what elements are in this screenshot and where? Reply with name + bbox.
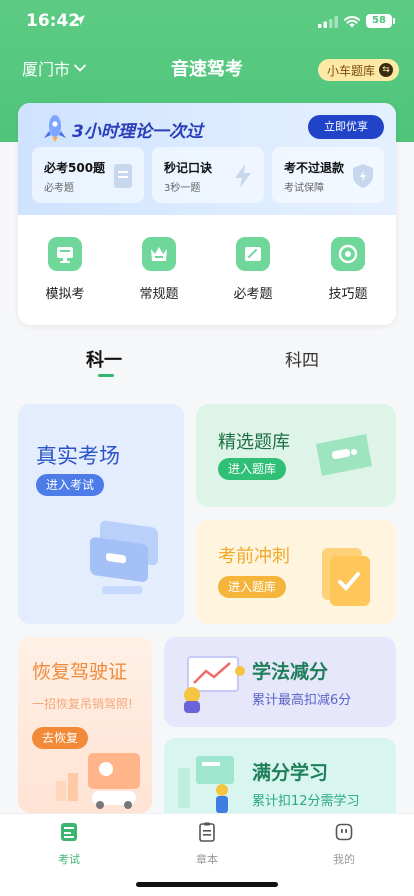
full-score-subtitle: 累计扣12分需学习 <box>252 794 360 809</box>
question-bank-switch[interactable]: 小车题库 ⇆ <box>318 59 400 81</box>
promo-item[interactable]: 必考500题 必考题 <box>32 147 144 203</box>
sprint-title: 考前冲刺 <box>218 546 290 567</box>
battery-tip <box>393 18 395 24</box>
tab-subject-one[interactable]: 科一 <box>86 346 122 372</box>
full-score-title: 满分学习 <box>252 762 329 784</box>
selected-bank-title: 精选题库 <box>218 432 290 453</box>
full-score-study-card[interactable]: 满分学习 累计扣12分需学习 <box>164 738 396 813</box>
quick-label: 技巧题 <box>328 287 368 302</box>
quick-mock-exam[interactable]: 模拟考 <box>25 237 105 302</box>
monitor-icon <box>48 237 82 271</box>
crown-icon <box>142 237 176 271</box>
switch-icon: ⇆ <box>379 63 394 77</box>
tabbar-item-notebook[interactable]: 章本 <box>177 822 237 867</box>
status-bar: 16:42 58 <box>0 0 414 44</box>
study-board-illustration-icon <box>178 756 234 813</box>
status-time: 16:42 <box>26 11 81 31</box>
restore-subtitle: 一招恢复吊销驾照! <box>32 697 133 711</box>
promo-item[interactable]: 考不过退款 考试保障 <box>272 147 384 203</box>
tabbar-item-me[interactable]: 我的 <box>314 822 374 867</box>
computer-illustration-icon <box>90 520 158 594</box>
promo-item-title: 考不过退款 <box>284 161 345 175</box>
promo-card: 3小时理论一次过 立即优享 必考500题 必考题 秒记口诀 3秒一题 考不过退款… <box>18 103 396 325</box>
ticket-illustration-icon <box>316 434 372 476</box>
tab-active-indicator <box>98 374 114 377</box>
enter-bank-button[interactable]: 进入题库 <box>218 458 287 480</box>
sprint-card[interactable]: 考前冲刺 进入题库 <box>196 520 396 624</box>
tabbar-label: 我的 <box>333 853 355 866</box>
selected-bank-card[interactable]: 精选题库 进入题库 <box>196 404 396 507</box>
tabbar-item-exam[interactable]: 考试 <box>39 822 99 867</box>
target-icon <box>331 237 365 271</box>
shield-icon <box>353 164 373 188</box>
promo-button[interactable]: 立即优享 <box>308 115 384 139</box>
lightning-icon <box>235 164 251 188</box>
restore-license-card[interactable]: 恢复驾驶证 一招恢复吊销驾照! 去恢复 <box>18 637 152 813</box>
tabbar-label: 章本 <box>196 853 218 866</box>
promo-item[interactable]: 秒记口诀 3秒一题 <box>152 147 264 203</box>
document-check-illustration-icon <box>322 548 370 606</box>
law-subtitle: 累计最高扣减6分 <box>252 693 352 708</box>
car-certificate-illustration-icon <box>56 753 140 809</box>
quick-label: 必考题 <box>233 287 273 302</box>
promo-item-subtitle: 3秒一题 <box>164 183 201 194</box>
promo-item-title: 秒记口诀 <box>164 161 213 175</box>
real-exam-title: 真实考场 <box>36 444 120 468</box>
quick-tips[interactable]: 技巧题 <box>308 237 388 302</box>
home-indicator <box>136 882 278 887</box>
quick-label: 常规题 <box>139 287 179 302</box>
law-title: 学法减分 <box>252 661 329 683</box>
real-exam-card[interactable]: 真实考场 进入考试 <box>18 404 184 624</box>
restore-title: 恢复驾驶证 <box>32 661 128 683</box>
sprint-enter-button[interactable]: 进入题库 <box>218 576 287 598</box>
promo-item-title: 必考500题 <box>44 161 106 175</box>
rocket-icon <box>44 115 66 142</box>
tabbar-label: 考试 <box>58 853 80 866</box>
promo-title: 3小时理论一次过 <box>72 122 203 142</box>
edit-board-icon <box>236 237 270 271</box>
document-icon <box>114 164 132 188</box>
location-arrow-icon <box>75 15 85 25</box>
notebook-icon <box>199 822 215 842</box>
quick-actions: 模拟考 常规题 必考题 技巧题 <box>18 215 396 325</box>
quick-label: 模拟考 <box>45 287 85 302</box>
quick-must-pass[interactable]: 必考题 <box>213 237 293 302</box>
promo-item-subtitle: 考试保障 <box>284 183 324 194</box>
law-reduce-points-card[interactable]: 学法减分 累计最高扣减6分 <box>164 637 396 727</box>
enter-exam-button[interactable]: 进入考试 <box>36 474 105 496</box>
quick-regular-questions[interactable]: 常规题 <box>119 237 199 302</box>
tab-subject-four[interactable]: 科四 <box>285 346 319 371</box>
battery-icon: 58 <box>366 14 392 28</box>
presentation-illustration-icon <box>184 656 245 713</box>
question-bank-label: 小车题库 <box>327 63 376 78</box>
promo-banner[interactable]: 3小时理论一次过 立即优享 必考500题 必考题 秒记口诀 3秒一题 考不过退款… <box>18 103 396 215</box>
profile-icon <box>335 823 353 841</box>
wifi-icon <box>344 15 360 28</box>
cellular-signal-icon <box>318 16 338 28</box>
restore-button[interactable]: 去恢复 <box>32 727 89 749</box>
promo-item-subtitle: 必考题 <box>44 183 74 194</box>
exam-icon <box>61 823 77 841</box>
